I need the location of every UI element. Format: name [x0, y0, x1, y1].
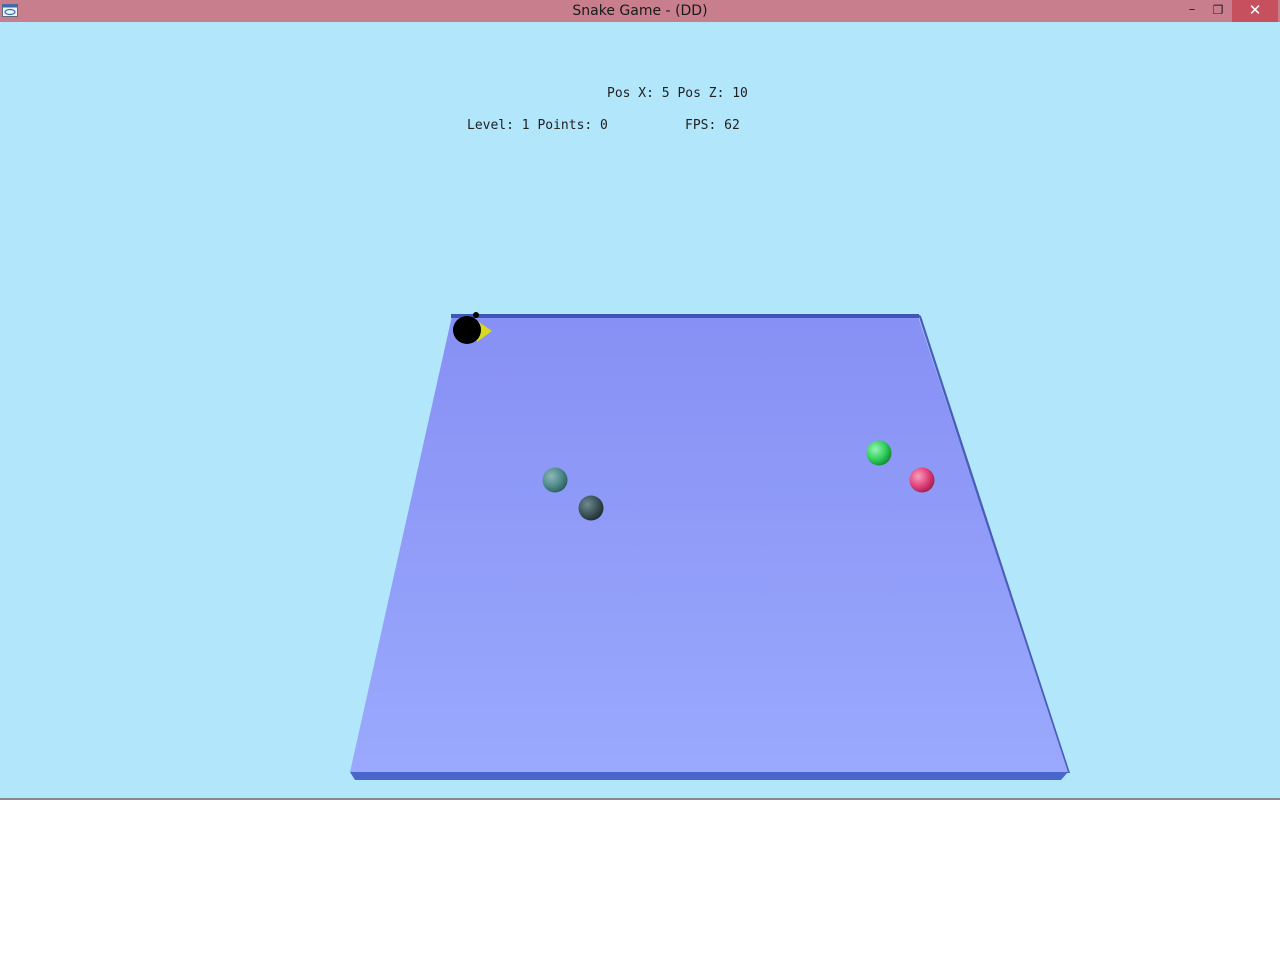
window-titlebar[interactable]: Snake Game - (DD) – ❐ ✕	[0, 0, 1280, 22]
game-scene	[350, 312, 1070, 780]
game-board	[350, 314, 1070, 780]
teal-orb	[542, 467, 568, 493]
board-back-edge	[451, 314, 919, 318]
board-front-edge	[350, 772, 1068, 780]
snake-head-icon	[453, 316, 481, 344]
window-title: Snake Game - (DD)	[572, 3, 708, 19]
game-viewport[interactable]: Pos X: 5 Pos Z: 10 Level: 1 Points: 0 FP…	[0, 22, 1280, 799]
minimize-button[interactable]: –	[1180, 0, 1204, 22]
green-orb	[866, 440, 892, 466]
dark-slate-orb	[578, 495, 604, 521]
snake-eye-icon	[473, 312, 479, 318]
close-button[interactable]: ✕	[1232, 0, 1278, 22]
board-surface	[350, 316, 1068, 772]
pink-orb	[909, 467, 935, 493]
maximize-button[interactable]: ❐	[1206, 0, 1230, 22]
viewport-bottom-border	[0, 798, 1280, 800]
